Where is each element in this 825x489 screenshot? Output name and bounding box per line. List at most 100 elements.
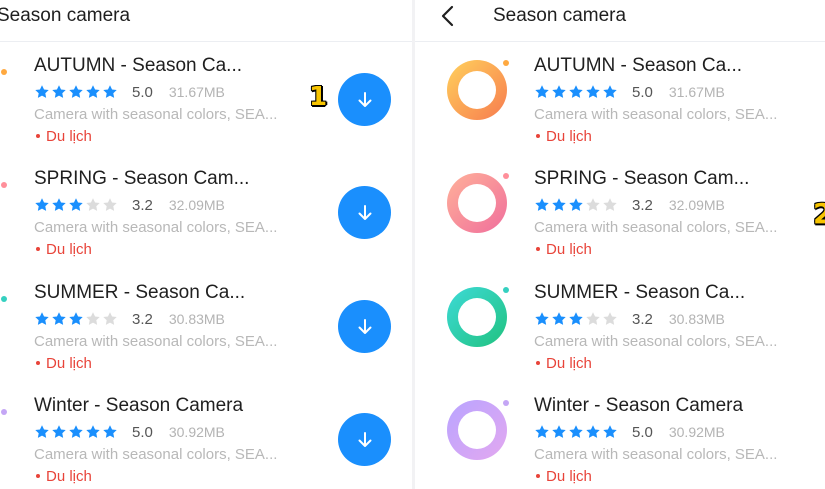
download-button[interactable] bbox=[338, 186, 391, 239]
app-meta: 5.0 30.92MB bbox=[534, 423, 725, 441]
page-title: Season camera bbox=[0, 5, 131, 26]
star-rating bbox=[34, 84, 118, 100]
nav-bar: Season camera bbox=[0, 0, 412, 42]
category-label: Du lịch bbox=[46, 355, 92, 372]
star-filled-icon bbox=[603, 425, 617, 438]
category-dot bbox=[36, 247, 40, 252]
category-label: Du lịch bbox=[546, 128, 592, 145]
app-name: AUTUMN - Season Ca... bbox=[34, 55, 242, 76]
star-filled-icon bbox=[52, 85, 66, 98]
star-filled-icon bbox=[103, 85, 117, 98]
category-dot bbox=[536, 247, 540, 252]
page-title: Season camera bbox=[493, 5, 627, 26]
app-list-item-summer[interactable]: SUMMER - Season Ca... 3.2 30.83MB Camera… bbox=[415, 280, 825, 393]
rating-value: 5.0 bbox=[632, 423, 653, 441]
star-rating bbox=[34, 197, 118, 213]
app-list-item-winter[interactable]: Winter - Season Camera 5.0 30.92MB Camer… bbox=[415, 393, 825, 489]
right-panel: Season camera AUTUMN - Season Ca... 5.0 … bbox=[415, 0, 825, 489]
star-empty-icon bbox=[103, 198, 117, 211]
step-number-badge: 1 bbox=[309, 82, 328, 112]
app-category: Du lịch bbox=[36, 468, 92, 485]
download-button[interactable] bbox=[338, 413, 391, 466]
app-list-item-spring[interactable]: SPRING - Season Cam... 3.2 32.09MB Camer… bbox=[0, 166, 412, 279]
app-list-item-autumn[interactable]: AUTUMN - Season Ca... 5.0 31.67MB Camera… bbox=[415, 53, 825, 166]
app-icon-dot bbox=[1, 182, 7, 188]
star-rating bbox=[34, 311, 118, 327]
star-filled-icon bbox=[35, 425, 49, 438]
file-size: 32.09MB bbox=[168, 197, 225, 213]
category-dot bbox=[536, 474, 540, 479]
app-description: Camera with seasonal colors, SEA... bbox=[34, 333, 278, 350]
star-filled-icon bbox=[586, 425, 600, 438]
star-filled-icon bbox=[569, 425, 583, 438]
app-meta: 3.2 30.83MB bbox=[534, 310, 725, 328]
app-category: Du lịch bbox=[36, 241, 92, 258]
spring-ring-icon bbox=[447, 173, 509, 233]
rating-value: 3.2 bbox=[132, 310, 153, 328]
star-empty-icon bbox=[586, 198, 600, 211]
app-meta: 5.0 31.67MB bbox=[34, 83, 225, 101]
category-label: Du lịch bbox=[546, 355, 592, 372]
file-size: 31.67MB bbox=[168, 84, 225, 100]
app-meta: 3.2 32.09MB bbox=[534, 196, 725, 214]
star-filled-icon bbox=[35, 198, 49, 211]
star-filled-icon bbox=[69, 198, 83, 211]
app-list-item-autumn[interactable]: AUTUMN - Season Ca... 5.0 31.67MB Camera… bbox=[0, 53, 412, 166]
file-size: 31.67MB bbox=[668, 84, 725, 100]
category-label: Du lịch bbox=[46, 128, 92, 145]
star-filled-icon bbox=[86, 425, 100, 438]
star-filled-icon bbox=[569, 312, 583, 325]
download-button[interactable] bbox=[338, 300, 391, 353]
app-name: AUTUMN - Season Ca... bbox=[534, 55, 742, 76]
nav-bar: Season camera bbox=[415, 0, 825, 42]
app-name: SUMMER - Season Ca... bbox=[534, 282, 746, 303]
star-filled-icon bbox=[569, 198, 583, 211]
star-empty-icon bbox=[86, 312, 100, 325]
app-icon-dot bbox=[1, 296, 7, 302]
download-arrow-icon bbox=[358, 204, 371, 220]
star-filled-icon bbox=[552, 425, 566, 438]
star-rating bbox=[534, 424, 618, 440]
star-filled-icon bbox=[103, 425, 117, 438]
star-empty-icon bbox=[86, 198, 100, 211]
file-size: 30.92MB bbox=[168, 424, 225, 440]
app-meta: 3.2 32.09MB bbox=[34, 196, 225, 214]
app-description: Camera with seasonal colors, SEA... bbox=[34, 446, 278, 463]
app-name: SPRING - Season Cam... bbox=[534, 168, 750, 189]
star-empty-icon bbox=[586, 312, 600, 325]
rating-value: 5.0 bbox=[132, 83, 153, 101]
star-filled-icon bbox=[35, 85, 49, 98]
app-list-item-spring[interactable]: SPRING - Season Cam... 3.2 32.09MB Camer… bbox=[415, 166, 825, 279]
category-dot bbox=[536, 134, 540, 139]
app-description: Camera with seasonal colors, SEA... bbox=[34, 219, 278, 236]
rating-value: 3.2 bbox=[132, 196, 153, 214]
rating-value: 5.0 bbox=[132, 423, 153, 441]
star-filled-icon bbox=[535, 198, 549, 211]
star-filled-icon bbox=[535, 85, 549, 98]
rating-value: 3.2 bbox=[632, 196, 653, 214]
star-filled-icon bbox=[69, 425, 83, 438]
star-filled-icon bbox=[69, 312, 83, 325]
category-dot bbox=[36, 361, 40, 366]
summer-ring-icon bbox=[447, 287, 509, 347]
star-filled-icon bbox=[552, 198, 566, 211]
star-filled-icon bbox=[86, 85, 100, 98]
download-button[interactable] bbox=[338, 73, 391, 126]
star-filled-icon bbox=[535, 425, 549, 438]
star-empty-icon bbox=[603, 312, 617, 325]
star-rating bbox=[34, 424, 118, 440]
star-filled-icon bbox=[603, 85, 617, 98]
app-meta: 5.0 30.92MB bbox=[34, 423, 225, 441]
file-size: 32.09MB bbox=[668, 197, 725, 213]
app-category: Du lịch bbox=[536, 241, 592, 258]
star-filled-icon bbox=[52, 425, 66, 438]
app-description: Camera with seasonal colors, SEA... bbox=[534, 106, 778, 123]
chevron-left-icon[interactable] bbox=[437, 4, 461, 28]
app-name: SPRING - Season Cam... bbox=[34, 168, 250, 189]
app-category: Du lịch bbox=[36, 355, 92, 372]
category-label: Du lịch bbox=[546, 241, 592, 258]
app-list-item-winter[interactable]: Winter - Season Camera 5.0 30.92MB Camer… bbox=[0, 393, 412, 489]
app-list-item-summer[interactable]: SUMMER - Season Ca... 3.2 30.83MB Camera… bbox=[0, 280, 412, 393]
app-description: Camera with seasonal colors, SEA... bbox=[34, 106, 278, 123]
star-filled-icon bbox=[35, 312, 49, 325]
